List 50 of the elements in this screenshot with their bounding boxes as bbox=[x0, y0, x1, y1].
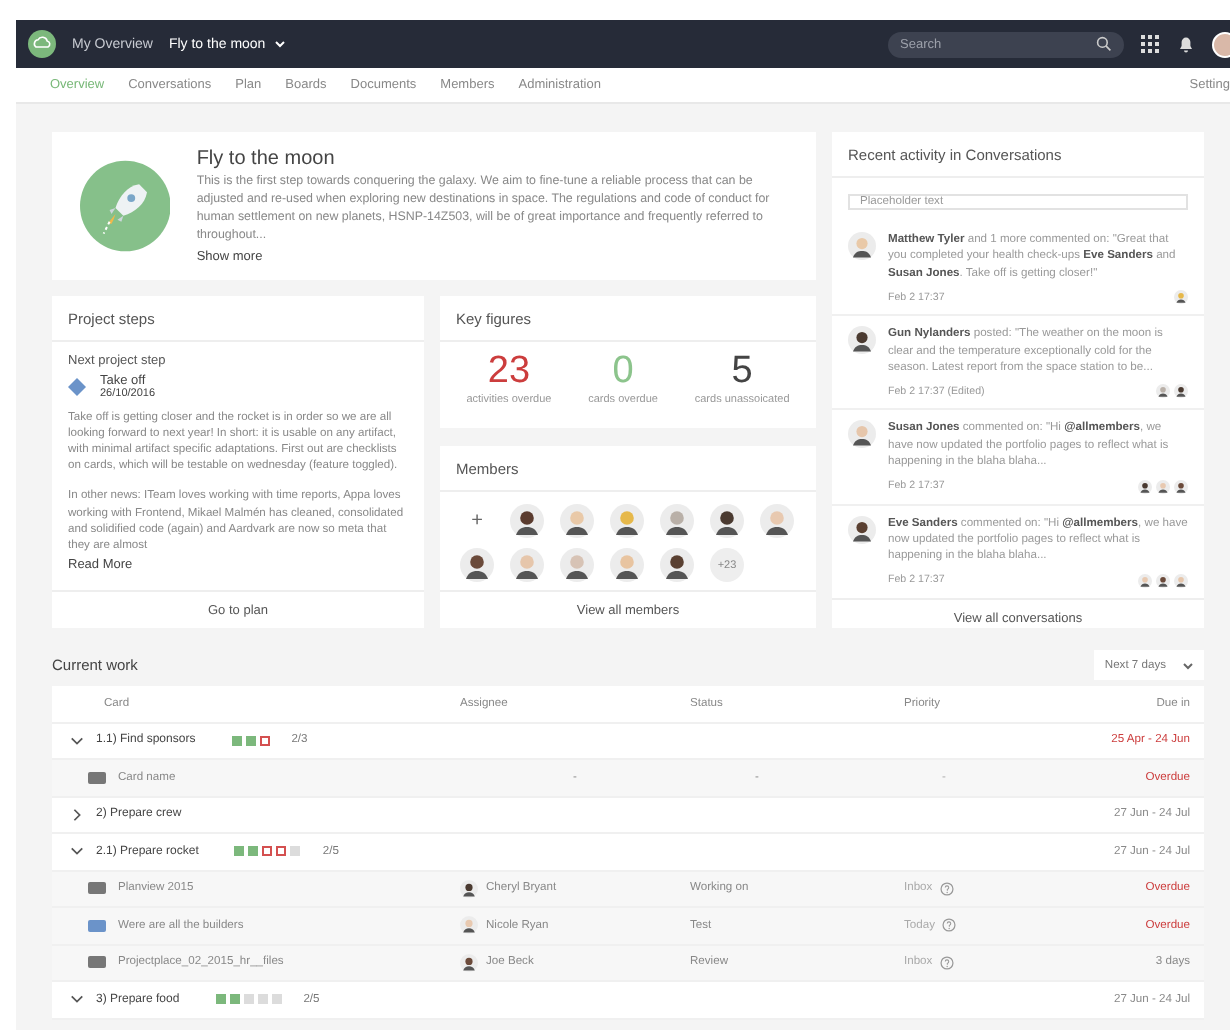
avatar bbox=[610, 548, 644, 582]
avatar bbox=[848, 232, 876, 260]
figure-value: 0 bbox=[612, 352, 634, 394]
avatar bbox=[510, 548, 544, 582]
chevron-down-icon[interactable] bbox=[70, 844, 84, 859]
avatar bbox=[560, 548, 594, 582]
avatar bbox=[1156, 479, 1170, 494]
figure-value: 5 bbox=[731, 352, 753, 394]
avatar bbox=[848, 420, 876, 449]
avatar bbox=[460, 916, 478, 935]
diamond-icon bbox=[68, 378, 86, 396]
chevron-right-icon[interactable] bbox=[70, 807, 84, 822]
help-icon[interactable] bbox=[940, 955, 955, 970]
avatar bbox=[848, 515, 876, 544]
avatar bbox=[1174, 290, 1188, 305]
progress-squares bbox=[231, 735, 270, 746]
avatar bbox=[660, 504, 694, 538]
avatar bbox=[848, 326, 876, 355]
add-member-button[interactable]: + bbox=[471, 510, 483, 532]
caret-icon bbox=[273, 38, 286, 50]
avatar bbox=[460, 953, 478, 972]
avatar bbox=[510, 504, 544, 538]
avatar bbox=[760, 504, 794, 538]
progress-squares bbox=[234, 846, 301, 857]
avatar bbox=[460, 548, 494, 582]
progress-squares bbox=[215, 994, 282, 1005]
bell-icon[interactable] bbox=[1176, 34, 1196, 54]
search-icon bbox=[1096, 36, 1112, 52]
chevron-down-icon[interactable] bbox=[70, 733, 84, 748]
avatar bbox=[1174, 573, 1188, 588]
avatar bbox=[710, 504, 744, 538]
avatar bbox=[1138, 479, 1152, 494]
apps-grid-icon[interactable] bbox=[1140, 34, 1160, 54]
avatar bbox=[460, 879, 478, 898]
figure-value: 23 bbox=[487, 352, 531, 394]
avatar bbox=[1174, 479, 1188, 494]
avatar bbox=[1174, 384, 1188, 399]
avatar bbox=[560, 504, 594, 538]
help-icon[interactable] bbox=[940, 881, 955, 896]
avatar bbox=[1156, 384, 1170, 399]
caret-icon bbox=[1182, 659, 1194, 671]
logo-icon[interactable] bbox=[28, 30, 56, 58]
chevron-down-icon[interactable] bbox=[70, 992, 84, 1007]
avatar bbox=[1156, 573, 1170, 588]
avatar bbox=[610, 504, 644, 538]
help-icon[interactable] bbox=[942, 918, 957, 933]
project-title: Fly to the moon bbox=[196, 148, 337, 171]
avatar bbox=[1138, 573, 1152, 588]
avatar bbox=[660, 548, 694, 582]
rocket-icon bbox=[80, 160, 171, 252]
